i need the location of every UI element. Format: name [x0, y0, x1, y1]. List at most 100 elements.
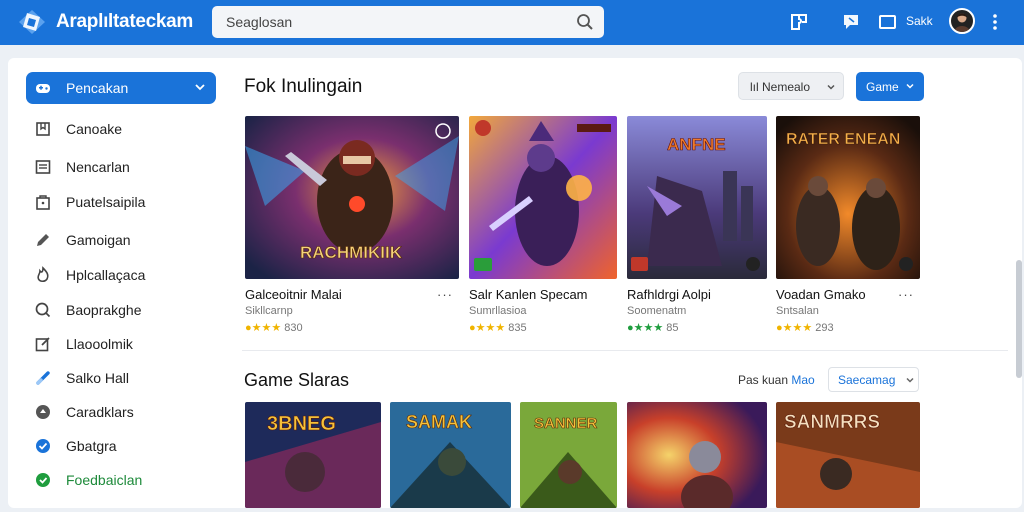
game-card-image[interactable]: SANNER: [520, 402, 617, 508]
game-card-image[interactable]: ANFNE: [627, 116, 767, 279]
search-input[interactable]: Seaglosan: [226, 14, 292, 30]
sidebar-item-hplcallacaca[interactable]: Hplcallaçaca: [26, 259, 216, 291]
link-icon: [36, 371, 50, 385]
star-icon: ●★★★: [469, 322, 506, 334]
game-card-image[interactable]: [627, 402, 767, 508]
game-dropdown[interactable]: Game: [856, 72, 924, 101]
chevron-down-icon: [906, 83, 914, 89]
sidebar-item-label: Puatelsaipila: [66, 194, 146, 210]
card-banner: ANFNE: [667, 135, 726, 154]
star-icon: ●★★★: [627, 322, 664, 334]
sidebar-item-salko-hall[interactable]: Salko Hall: [26, 362, 216, 394]
card-banner: SANMRRS: [784, 412, 880, 433]
account-label[interactable]: Sakk: [906, 14, 933, 28]
game-card-image[interactable]: 3BNEG: [245, 402, 381, 508]
settings-icon: [36, 405, 50, 419]
app-logo-icon[interactable]: [18, 9, 46, 35]
pen-icon: [37, 234, 49, 246]
edit-icon: [35, 337, 50, 352]
scroll-thumb[interactable]: [1016, 260, 1022, 378]
check-icon: [36, 439, 50, 453]
see-more-link[interactable]: Pas kuan Mao: [738, 373, 815, 387]
card-rating: ●★★★ 830: [245, 322, 303, 334]
filter-label: lıl Nemealo: [750, 80, 811, 94]
sidebar-item-label: Canoake: [66, 121, 123, 137]
card-title[interactable]: Rafhldrgi Aolpi: [627, 287, 711, 302]
bag-icon: [36, 195, 50, 210]
chevron-down-icon: [195, 84, 205, 91]
sidebar-item-label: Llaooolmik: [66, 336, 133, 352]
sidebar-item-label: Caradklars: [66, 404, 134, 420]
sidebar-item-pencakan[interactable]: Pencakan: [26, 72, 216, 104]
card-rating: ●★★★ 293: [776, 322, 834, 334]
card-banner: 3BNEG: [267, 413, 336, 435]
star-icon: ●★★★: [776, 322, 813, 334]
card-title[interactable]: Voadan Gmako: [776, 287, 866, 302]
puzzle-icon[interactable]: [788, 11, 810, 33]
game-card-image[interactable]: SANMRRS: [776, 402, 920, 508]
sidebar-item-label: Pencakan: [66, 80, 129, 96]
sidebar: Pencakan Canoake Nencarlan Puatelsaipila: [8, 58, 230, 508]
card-subtitle: Sikllcarnp: [245, 305, 293, 317]
card-banner: RATER ENEAN: [786, 131, 900, 148]
card-banner: RACHMIKIIK: [300, 243, 403, 262]
sidebar-item-label: Baoprakghe: [66, 302, 142, 318]
top-bar: Araplıltateckam Seaglosan Sakk: [0, 0, 1024, 45]
chat-icon[interactable]: [840, 11, 862, 33]
card-subtitle: Sumrllasioa: [469, 305, 527, 317]
sidebar-item-label: Nencarlan: [66, 159, 130, 175]
sidebar-item-nencarlan[interactable]: Nencarlan: [26, 151, 216, 183]
card-rating: ●★★★ 85: [627, 322, 679, 334]
sidebar-item-puatelsaipila[interactable]: Puatelsaipila: [26, 186, 216, 218]
section-title: Fok Inulingain: [244, 76, 363, 97]
card-more-icon[interactable]: ···: [898, 287, 914, 302]
scrollbar[interactable]: [1016, 62, 1022, 502]
game-label: Game: [866, 80, 899, 94]
game-card-image[interactable]: RATER ENEAN: [776, 116, 920, 279]
card-title[interactable]: Salr Kanlen Specam: [469, 287, 588, 302]
filter-dropdown[interactable]: lıl Nemealo: [738, 72, 844, 100]
gamepad-icon: [36, 84, 50, 93]
app-title: Araplıltateckam: [56, 11, 194, 32]
search-icon[interactable]: [576, 13, 594, 31]
bookmark-icon: [36, 122, 50, 136]
sidebar-item-llaooolmik[interactable]: Llaooolmik: [26, 328, 216, 360]
section-divider: [242, 350, 1008, 351]
card-banner: SAMAK: [406, 412, 472, 432]
chevron-down-icon: [827, 84, 835, 90]
card-subtitle: Soomenatm: [627, 305, 687, 317]
section-title: Game Slaras: [244, 370, 350, 390]
sidebar-item-foedbaiclan[interactable]: Foedbaiclan: [26, 464, 216, 496]
search-icon: [35, 302, 51, 318]
game-card-image[interactable]: RACHMIKIIK: [245, 116, 459, 279]
card-subtitle: Sntsalan: [776, 305, 819, 317]
game-card-image[interactable]: [469, 116, 617, 279]
more-vert-icon[interactable]: [984, 11, 1006, 33]
window-icon[interactable]: [876, 11, 898, 33]
sidebar-item-label: Foedbaiclan: [66, 472, 143, 488]
card-rating: ●★★★ 835: [469, 322, 527, 334]
star-icon: ●★★★: [245, 322, 282, 334]
main-panel: Fok Inulingain lıl Nemealo Game RACHMIKI…: [230, 58, 1022, 508]
game-card-image[interactable]: SAMAK: [390, 402, 511, 508]
sidebar-item-label: Gamoigan: [66, 232, 131, 248]
sidebar-item-label: Hplcallaçaca: [66, 267, 146, 283]
sidebar-item-label: Salko Hall: [66, 370, 130, 386]
sidebar-item-label: Gbatgra: [66, 438, 117, 454]
search-bar[interactable]: Seaglosan: [212, 6, 604, 38]
sidebar-item-gbatgra[interactable]: Gbatgra: [26, 430, 216, 462]
list-icon: [35, 160, 51, 174]
sidebar-item-gamoigan[interactable]: Gamoigan: [26, 224, 216, 256]
card-more-icon[interactable]: ···: [437, 287, 453, 302]
sidebar-item-canoake[interactable]: Canoake: [26, 113, 216, 145]
flame-icon: [37, 266, 49, 283]
card-title[interactable]: Galceoitnir Malai: [245, 287, 342, 302]
chevron-down-icon: [906, 377, 914, 383]
sort-label: Saecamag: [838, 373, 896, 387]
sidebar-item-caradklars[interactable]: Caradklars: [26, 396, 216, 428]
help-icon: [36, 473, 50, 487]
card-banner: SANNER: [534, 415, 598, 432]
sidebar-item-baoprakghe[interactable]: Baoprakghe: [26, 294, 216, 326]
sort-select[interactable]: Saecamag: [828, 367, 919, 392]
user-avatar[interactable]: [949, 8, 975, 34]
